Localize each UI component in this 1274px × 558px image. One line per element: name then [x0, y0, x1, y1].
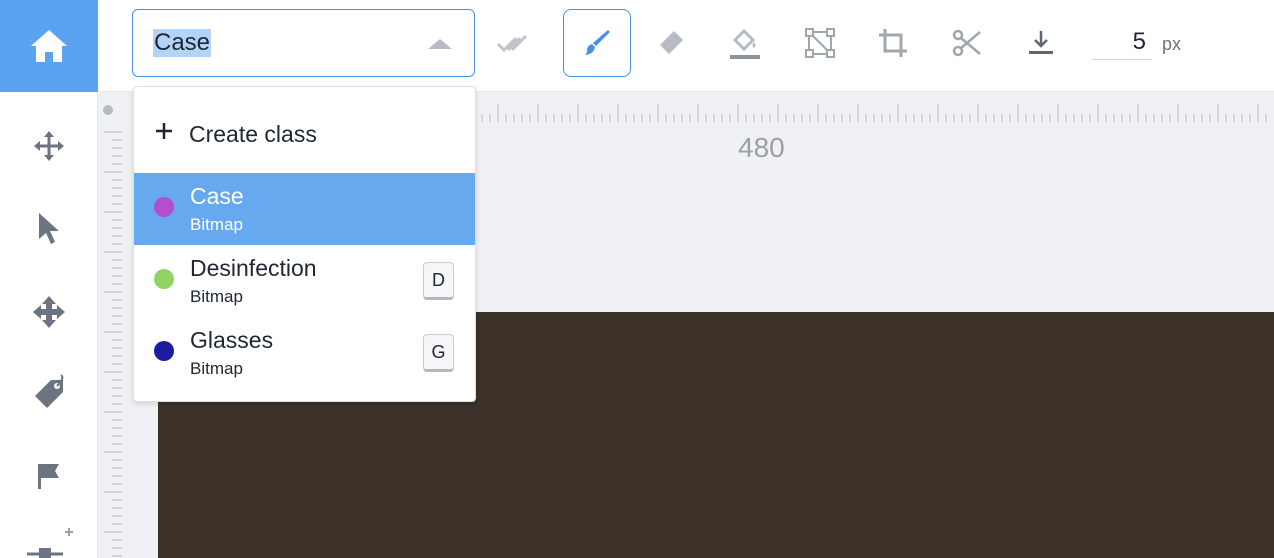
add-point-tool-button[interactable] — [0, 516, 98, 558]
pan-icon — [33, 296, 65, 328]
pointer-icon — [39, 213, 59, 244]
brush-size-input[interactable] — [1092, 24, 1152, 60]
create-class-button[interactable]: Create class — [134, 87, 475, 173]
create-class-label: Create class — [189, 121, 317, 147]
class-name: Desinfection — [190, 255, 317, 281]
approve-button[interactable] — [479, 9, 547, 77]
shortcut-key: G — [423, 334, 454, 372]
brush-size-unit: px — [1162, 34, 1182, 54]
ruler-label: 480 — [738, 132, 785, 163]
fill-tool-button[interactable] — [711, 9, 779, 77]
shortcut-key: D — [423, 262, 454, 300]
scissors-icon — [952, 29, 981, 57]
eraser-icon — [660, 31, 683, 54]
class-color-dot — [154, 269, 174, 289]
left-toolbar — [0, 0, 98, 558]
class-option-glasses[interactable]: Glasses Bitmap G — [134, 317, 475, 389]
flag-tool-button[interactable] — [0, 448, 98, 504]
flag-icon — [38, 464, 59, 489]
cut-tool-button[interactable] — [933, 9, 1001, 77]
download-button[interactable] — [1007, 9, 1075, 77]
class-select-value: Case — [153, 29, 212, 57]
eraser-tool-button[interactable] — [637, 9, 705, 77]
class-option-desinfection[interactable]: Desinfection Bitmap D — [134, 245, 475, 317]
tag-tool-button[interactable] — [0, 366, 98, 422]
class-name: Case — [190, 183, 244, 209]
class-color-dot — [154, 197, 174, 217]
crop-tool-button[interactable] — [859, 9, 927, 77]
class-type: Bitmap — [190, 215, 243, 234]
brush-tool-button[interactable] — [563, 9, 631, 77]
home-icon — [31, 30, 67, 62]
class-type: Bitmap — [190, 287, 243, 306]
class-color-dot — [154, 341, 174, 361]
polygon-tool-button[interactable] — [786, 9, 854, 77]
select-tool-button[interactable] — [0, 200, 98, 256]
double-check-icon — [496, 34, 528, 53]
class-option-case[interactable]: Case Bitmap — [134, 173, 475, 245]
pan-tool-button[interactable] — [0, 284, 98, 340]
download-icon — [1029, 31, 1053, 54]
plus-icon — [156, 123, 172, 139]
polygon-points-icon — [805, 28, 835, 58]
top-toolbar: Case 5 px — [98, 0, 1274, 92]
class-select[interactable]: Case — [132, 9, 475, 77]
add-point-icon — [27, 528, 73, 558]
class-dropdown: Create class Case Bitmap Desinfection Bi… — [133, 86, 476, 402]
chevron-up-icon — [428, 39, 452, 49]
crop-icon — [879, 29, 907, 57]
annotation-app: Case 5 px 480 Create class Case Bitmap D… — [0, 0, 1274, 558]
paint-bucket-icon — [730, 28, 760, 59]
move-tool-button[interactable] — [0, 118, 98, 174]
class-type: Bitmap — [190, 359, 243, 378]
move-icon — [34, 131, 64, 161]
class-name: Glasses — [190, 327, 274, 353]
brush-icon — [585, 30, 610, 55]
tag-icon — [35, 374, 64, 408]
ruler-origin — [103, 105, 113, 115]
ruler-left — [104, 131, 122, 557]
home-button[interactable] — [0, 0, 98, 92]
